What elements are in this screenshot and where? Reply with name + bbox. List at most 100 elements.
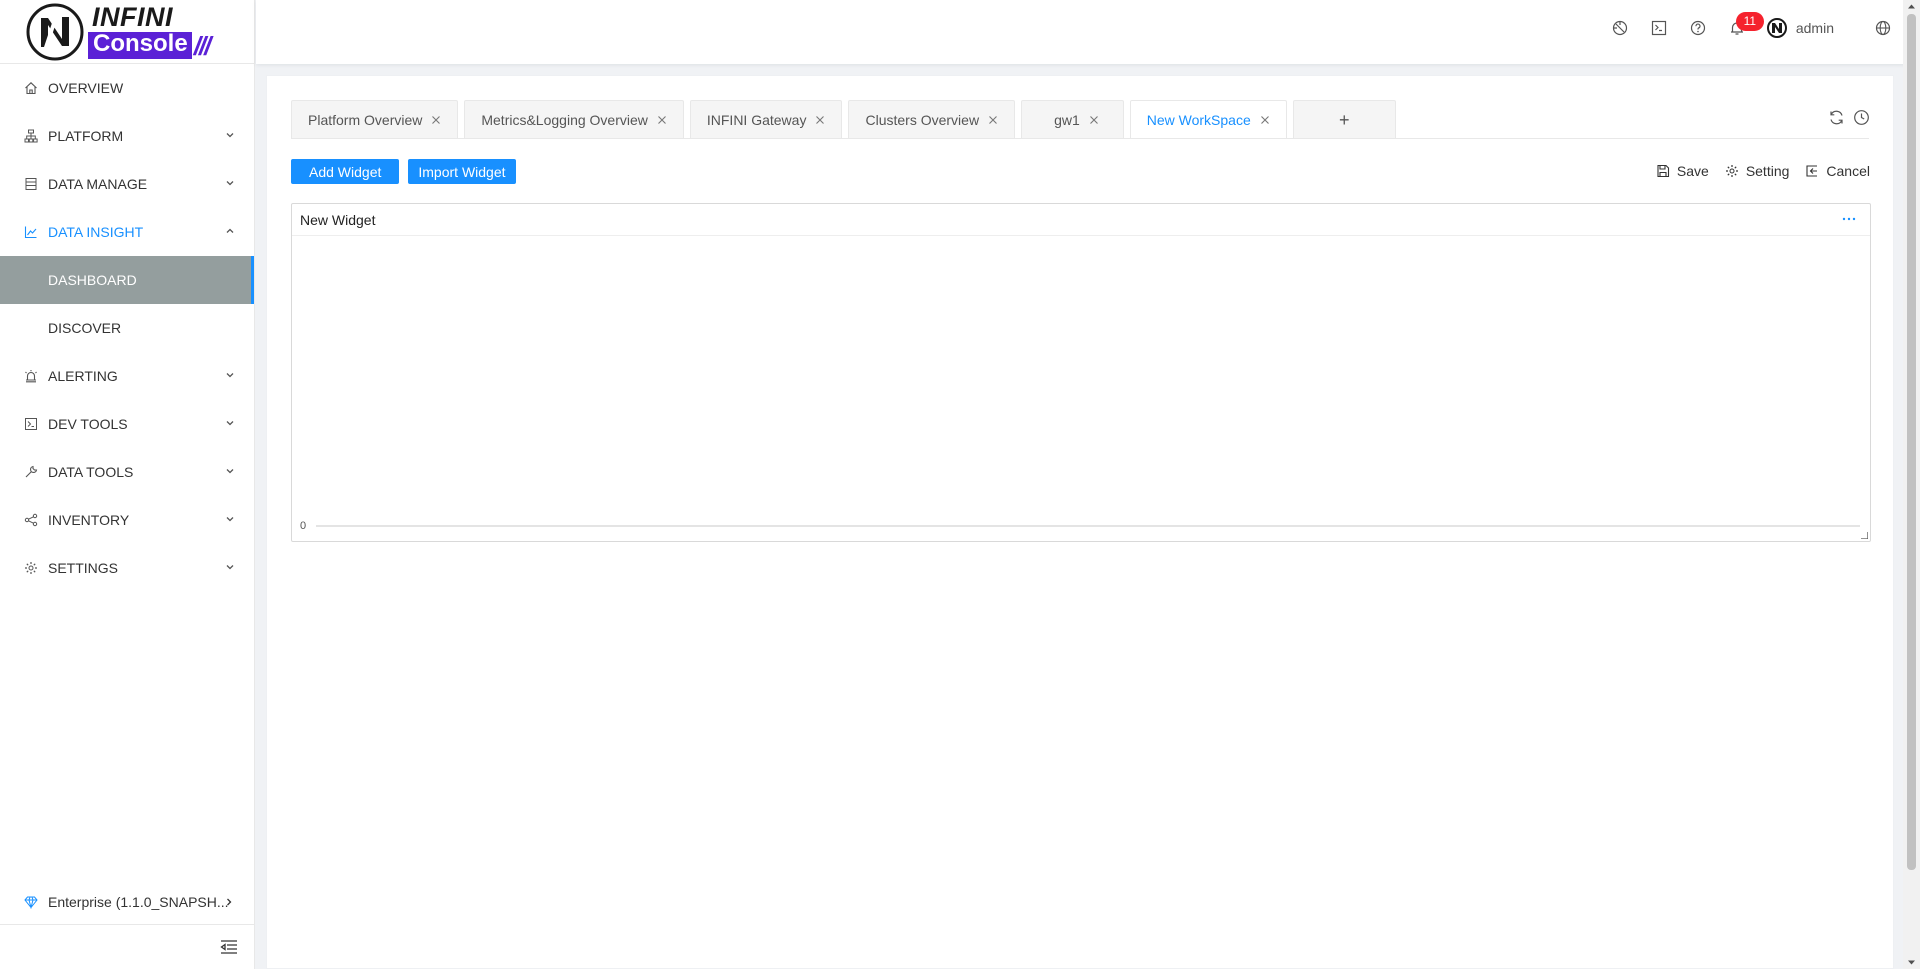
sidebar-item-label: INVENTORY (48, 512, 130, 528)
close-icon[interactable] (657, 115, 667, 125)
more-icon[interactable] (1841, 213, 1857, 225)
help-icon[interactable] (1689, 19, 1707, 37)
setting-label: Setting (1745, 163, 1790, 179)
notification-badge: 11 (1735, 12, 1764, 31)
close-icon[interactable] (1089, 115, 1099, 125)
logo-top-text: INFINI (92, 2, 173, 32)
sidebar-item-label: DATA TOOLS (48, 464, 134, 480)
sidebar-item-inventory[interactable]: INVENTORY (0, 496, 254, 544)
page-scrollbar[interactable] (1903, 0, 1920, 969)
scroll-up-icon[interactable] (1907, 2, 1916, 11)
menu-fold-icon[interactable] (219, 937, 239, 957)
widget-panel[interactable]: New Widget 0 (291, 203, 1871, 542)
plus-icon: + (1339, 109, 1350, 130)
tabs-toolbar (1818, 109, 1870, 126)
avatar (1766, 18, 1787, 38)
globe-icon[interactable] (1874, 19, 1892, 37)
close-icon[interactable] (815, 115, 825, 125)
editor-toolbar: Save Setting Cancel (1640, 163, 1870, 179)
sidebar-item-alerting[interactable]: ALERTING (0, 352, 254, 400)
chevron-down-icon (226, 421, 234, 426)
sidebar-item-label: OVERVIEW (48, 80, 124, 96)
alarm-icon (25, 370, 37, 383)
add-tab-button[interactable]: + (1292, 100, 1396, 139)
terminal-icon (25, 418, 37, 430)
close-icon[interactable] (1260, 115, 1270, 125)
scroll-thumb[interactable] (1907, 14, 1916, 870)
user-menu[interactable]: admin (1766, 18, 1834, 38)
setting-button[interactable]: Setting (1725, 163, 1790, 179)
tab-infini-gateway[interactable]: INFINI Gateway (689, 100, 843, 139)
chevron-down-icon (226, 469, 234, 474)
sidebar-item-dev-tools[interactable]: DEV TOOLS (0, 400, 254, 448)
sidebar-item-label: PLATFORM (48, 128, 124, 144)
cluster-icon[interactable] (1611, 19, 1629, 37)
notification-bell[interactable]: 11 (1728, 12, 1764, 37)
logo-console-text: Console (88, 32, 192, 59)
sidebar-item-label: DEV TOOLS (48, 416, 128, 432)
tabs-divider (291, 138, 1869, 139)
logo-slashes: /// (193, 30, 212, 61)
close-icon[interactable] (431, 115, 441, 125)
resize-handle-icon[interactable] (1861, 532, 1868, 539)
sidebar-collapse-bar (0, 924, 255, 969)
tool-icon (25, 465, 38, 478)
tab-label: Clusters Overview (865, 112, 980, 128)
sidebar-item-overview[interactable]: OVERVIEW (0, 64, 254, 112)
widget-chart: 0 (300, 520, 1860, 532)
widget-header: New Widget (292, 204, 1870, 236)
dashboard-content: Platform Overview Metrics&Logging Overvi… (266, 75, 1894, 969)
license-info[interactable]: Enterprise (1.1.0_SNAPSH... (0, 880, 255, 924)
close-icon[interactable] (988, 115, 998, 125)
top-header: 11 admin (256, 0, 1920, 64)
username: admin (1795, 20, 1834, 36)
console-icon[interactable] (1650, 19, 1668, 37)
tab-label: Metrics&Logging Overview (481, 112, 648, 128)
diamond-icon (24, 896, 38, 909)
tab-label: INFINI Gateway (706, 112, 807, 128)
sidebar-item-data-manage[interactable]: DATA MANAGE (0, 160, 254, 208)
widget-actions: Add Widget Import Widget (291, 159, 525, 184)
sidebar-item-dashboard[interactable]: DASHBOARD (0, 256, 254, 304)
sidebar-item-platform[interactable]: PLATFORM (0, 112, 254, 160)
tab-label: gw1 (1054, 112, 1080, 128)
save-button[interactable]: Save (1656, 163, 1709, 179)
tab-label: Platform Overview (308, 112, 423, 128)
chevron-down-icon (226, 517, 234, 522)
sidebar-item-label: DASHBOARD (48, 272, 137, 288)
logo[interactable]: INFINI Console /// (0, 0, 254, 64)
tab-label: New WorkSpace (1146, 112, 1251, 128)
cancel-button[interactable]: Cancel (1805, 163, 1870, 179)
workspace-tabs: Platform Overview Metrics&Logging Overvi… (291, 100, 1402, 139)
tab-gw1[interactable]: gw1 (1021, 100, 1124, 139)
sidebar-item-discover[interactable]: DISCOVER (0, 304, 254, 352)
chevron-down-icon (226, 565, 234, 570)
sidebar-item-label: DATA MANAGE (48, 176, 148, 192)
database-icon (25, 178, 37, 190)
scroll-down-icon[interactable] (1907, 958, 1916, 967)
chart-y-tick-label: 0 (300, 520, 306, 532)
exit-icon (1806, 165, 1818, 177)
chevron-up-icon (226, 228, 234, 233)
line-chart-icon (24, 226, 37, 239)
tab-clusters-overview[interactable]: Clusters Overview (848, 100, 1016, 139)
sidebar: INFINI Console /// OVERVIEW PLATFORM DAT… (0, 0, 255, 969)
infini-logo-mark (26, 3, 84, 60)
tab-metrics-logging-overview[interactable]: Metrics&Logging Overview (464, 100, 684, 139)
sidebar-item-settings[interactable]: SETTINGS (0, 544, 254, 592)
tab-new-workspace[interactable]: New WorkSpace (1129, 100, 1287, 139)
chevron-down-icon (226, 133, 234, 138)
clock-icon[interactable] (1853, 109, 1870, 126)
cancel-label: Cancel (1826, 163, 1870, 179)
gear-icon (25, 562, 37, 574)
refresh-icon[interactable] (1828, 109, 1845, 126)
sidebar-item-data-tools[interactable]: DATA TOOLS (0, 448, 254, 496)
sidebar-item-label: DISCOVER (48, 320, 122, 336)
chevron-down-icon (226, 181, 234, 186)
import-widget-button[interactable]: Import Widget (408, 159, 516, 184)
sidebar-item-data-insight[interactable]: DATA INSIGHT (0, 208, 254, 256)
sidebar-menu: OVERVIEW PLATFORM DATA MANAGE DATA INSIG… (0, 64, 254, 592)
tab-platform-overview[interactable]: Platform Overview (291, 100, 459, 139)
add-widget-button[interactable]: Add Widget (291, 159, 400, 184)
chevron-right-icon (227, 898, 232, 906)
